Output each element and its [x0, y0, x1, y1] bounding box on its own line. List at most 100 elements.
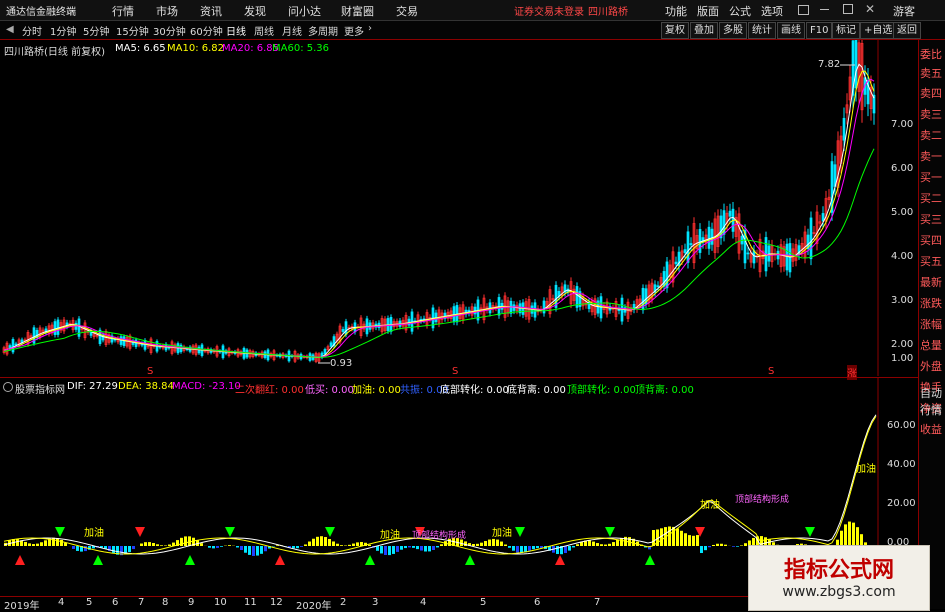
macd-bar [296, 546, 299, 548]
macd-bar [140, 544, 143, 546]
tool-mark[interactable]: 标记 [832, 22, 860, 39]
indicator-settings-icon[interactable] [3, 382, 13, 392]
tool-overlay[interactable]: 叠加 [690, 22, 718, 39]
candle-body [666, 262, 668, 288]
macd-bar [684, 533, 687, 546]
macd-bar [680, 531, 683, 546]
maximize-icon[interactable] [843, 4, 853, 14]
menu-quotes[interactable]: 行情 [112, 3, 134, 19]
macd-bar [416, 546, 419, 549]
menu-wealth[interactable]: 财富圈 [341, 3, 374, 19]
signal-triangle [135, 527, 145, 537]
time-tick: 4 [420, 597, 426, 608]
macd-bar [44, 540, 47, 546]
chevron-right-icon[interactable]: › [368, 23, 372, 34]
tool-multistock[interactable]: 多股 [719, 22, 747, 39]
candle-body [12, 339, 14, 352]
minimize-icon[interactable] [820, 9, 829, 10]
period-daily[interactable]: 日线 [226, 23, 246, 38]
menu-function[interactable]: 功能 [665, 3, 687, 19]
sidebar-item[interactable]: 行情 [920, 402, 945, 418]
sidebar-item[interactable]: 自动 [920, 385, 945, 401]
macd-bar [164, 545, 167, 546]
period-1min[interactable]: 1分钟 [50, 23, 76, 38]
candle-body [753, 251, 755, 263]
macd-bar [188, 536, 191, 546]
chart-annotation: 加油 [492, 524, 512, 539]
period-60min[interactable]: 60分钟 [190, 23, 223, 38]
sidebar-item: 买五 [920, 253, 945, 269]
macd-bar [536, 546, 539, 548]
period-5min[interactable]: 5分钟 [83, 23, 109, 38]
period-weekly[interactable]: 周线 [254, 23, 274, 38]
macd-bar [16, 539, 19, 546]
macd-bar [308, 542, 311, 546]
time-tick: 11 [244, 597, 257, 608]
time-tick: 7 [138, 597, 144, 608]
tool-back[interactable]: 返回 [893, 22, 921, 39]
macd-bar [392, 546, 395, 554]
menu-layout[interactable]: 版面 [697, 3, 719, 19]
macd-bar [376, 546, 379, 551]
period-15min[interactable]: 15分钟 [116, 23, 149, 38]
macd-bar [492, 539, 495, 546]
macd-bar [576, 544, 579, 546]
sidebar-item: 最新 [920, 274, 945, 290]
menu-formula[interactable]: 公式 [729, 3, 751, 19]
macd-bar [476, 544, 479, 546]
menu-discover[interactable]: 发现 [244, 3, 266, 19]
price-axis-label: 7.00 [891, 119, 913, 130]
menu-ask[interactable]: 问小达 [288, 3, 321, 19]
menu-bar: 通达信金融终端 行情 市场 资讯 发现 问小达 财富圈 交易 证券交易未登录 四… [0, 0, 945, 21]
period-monthly[interactable]: 月线 [282, 23, 302, 38]
period-30min[interactable]: 30分钟 [153, 23, 186, 38]
macd-bar [240, 546, 243, 550]
macd-bar [692, 536, 695, 546]
macd-bar [300, 546, 303, 547]
macd-bar [652, 530, 655, 546]
time-tick: 8 [162, 597, 168, 608]
tool-draw[interactable]: 画线 [777, 22, 805, 39]
tool-adjust[interactable]: 复权 [661, 22, 689, 39]
candle-body [711, 229, 713, 244]
menu-market[interactable]: 市场 [156, 3, 178, 19]
collapse-icon[interactable]: ◀ [6, 24, 14, 35]
chart-annotation: 顶部结构形成 [735, 492, 789, 505]
time-tick: 5 [86, 597, 92, 608]
period-more[interactable]: 更多 [344, 23, 364, 38]
macd-bar [672, 527, 675, 546]
period-intraday[interactable]: 分时 [22, 23, 42, 38]
tool-stats[interactable]: 统计 [748, 22, 776, 39]
macd-bar [328, 539, 331, 546]
macd-bar [52, 538, 55, 546]
window-icon[interactable] [798, 5, 809, 15]
period-multi[interactable]: 多周期 [308, 23, 338, 38]
candle-body [324, 349, 326, 353]
macd-bar [168, 545, 171, 546]
close-icon[interactable]: ✕ [865, 2, 875, 16]
kline-chart[interactable]: 四川路桥(日线 前复权) MA5: 6.65 MA10: 6.82 MA20: … [0, 40, 918, 376]
macd-bar [28, 543, 31, 546]
time-tick: 5 [480, 597, 486, 608]
menu-news[interactable]: 资讯 [200, 3, 222, 19]
macd-bar [304, 544, 307, 546]
signal-triangle [325, 527, 335, 537]
macd-bar [588, 541, 591, 546]
menu-options[interactable]: 选项 [761, 3, 783, 19]
indicator-name[interactable]: 股票指标网 [15, 381, 65, 396]
macd-bar [112, 546, 115, 553]
macd-bar [252, 546, 255, 556]
tool-add-watchlist[interactable]: +自选 [860, 22, 896, 39]
macd-bar [596, 543, 599, 546]
menu-trade[interactable]: 交易 [396, 3, 418, 19]
time-tick: 2020年 [296, 597, 331, 612]
ind-axis-label: 40.00 [887, 459, 916, 470]
app-title: 通达信金融终端 [6, 3, 76, 18]
macd-bar [72, 546, 75, 549]
macd-bar [384, 546, 387, 555]
tool-f10[interactable]: F10 [806, 22, 832, 39]
macd-bar [396, 546, 399, 552]
time-tick: 7 [594, 597, 600, 608]
guest-label[interactable]: 游客 [893, 3, 915, 19]
time-tick: 10 [214, 597, 227, 608]
